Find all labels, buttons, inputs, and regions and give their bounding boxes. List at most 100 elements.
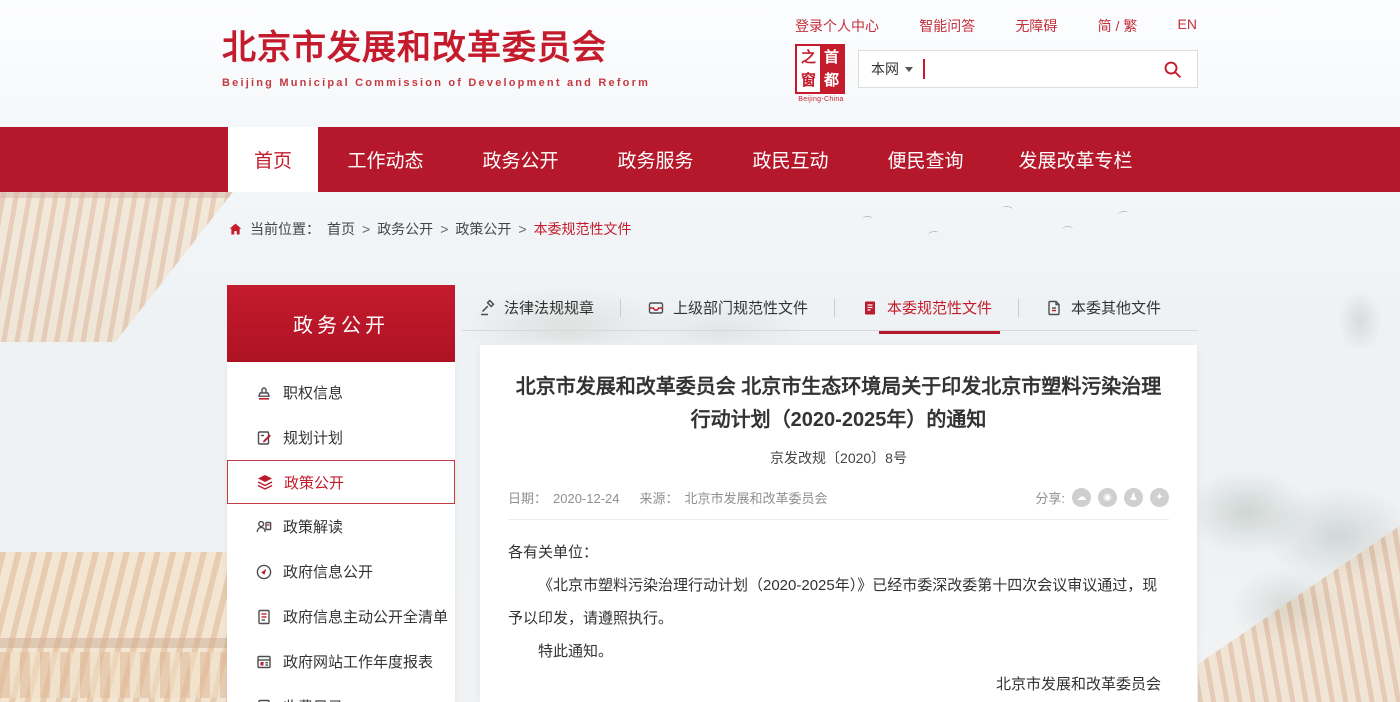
beijing-china-seal-logo[interactable]: 之 首 窗 都 Beijing-China <box>795 44 847 103</box>
breadcrumb: 当前位置： 首页 > 政务公开 > 政策公开 > 本委规范性文件 <box>228 219 632 239</box>
sidebar: 政务公开 职权信息 规划计划 <box>227 285 455 702</box>
share-label: 分享: <box>1035 488 1065 507</box>
sidebar-item-label: 职权信息 <box>283 382 343 403</box>
sidebar-item-label: 收费目录 <box>283 696 343 702</box>
tab-commission-normative-docs[interactable]: 本委规范性文件 <box>861 297 992 318</box>
nav-item-public-interaction[interactable]: 政民互动 <box>723 127 858 192</box>
compass-icon <box>255 563 273 581</box>
person-doc-icon <box>255 518 273 536</box>
sidebar-item-label: 政府网站工作年度报表 <box>283 651 433 672</box>
search-scope-dropdown[interactable]: 本网 <box>871 59 913 79</box>
breadcrumb-current: 本委规范性文件 <box>534 219 632 239</box>
article-date: 2020-12-24 <box>553 491 620 506</box>
breadcrumb-gov-disclosure[interactable]: 政务公开 <box>377 219 433 239</box>
search-icon <box>1163 60 1182 79</box>
nav-item-reform-special[interactable]: 发展改革专栏 <box>993 127 1158 192</box>
site-logo[interactable]: 北京市发展和改革委员会 Beijing Municipal Commission… <box>222 20 650 89</box>
tab-label: 法律法规规章 <box>504 297 594 318</box>
nav-item-work-news[interactable]: 工作动态 <box>318 127 453 192</box>
sidebar-item-gov-info-disclosure[interactable]: 政府信息公开 <box>227 549 455 594</box>
seal-char: 首 <box>820 46 843 69</box>
bird-icon <box>862 216 873 222</box>
tab-laws-regulations[interactable]: 法律法规规章 <box>478 297 594 318</box>
bird-icon <box>1002 205 1014 212</box>
nav-item-gov-disclosure[interactable]: 政务公开 <box>453 127 588 192</box>
date-label: 日期： <box>508 491 547 506</box>
search-input[interactable] <box>925 54 1160 84</box>
page: 北京市发展和改革委员会 Beijing Municipal Commission… <box>0 0 1400 702</box>
sidebar-menu: 职权信息 规划计划 政策公开 <box>227 362 455 702</box>
search-button[interactable] <box>1159 56 1185 82</box>
seal-char: 都 <box>820 69 843 92</box>
sidebar-item-proactive-disclosure-list[interactable]: 政府信息主动公开全清单 <box>227 594 455 639</box>
plan-doc-icon <box>255 429 273 447</box>
simplified-traditional-toggle[interactable]: 简 / 繁 <box>1098 16 1138 36</box>
article-source: 北京市发展和改革委员会 <box>685 491 828 506</box>
background-pagoda-silhouette <box>1330 258 1390 348</box>
site-title: 北京市发展和改革委员会 <box>222 20 650 69</box>
utility-nav: 登录个人中心 智能问答 无障碍 简 / 繁 EN <box>795 16 1197 36</box>
other-doc-icon <box>1045 299 1063 317</box>
document-number: 京发改规〔2020〕8号 <box>480 448 1197 468</box>
nav-item-gov-services[interactable]: 政务服务 <box>588 127 723 192</box>
sidebar-item-label: 规划计划 <box>283 427 343 448</box>
background-trees-right <box>1196 430 1400 665</box>
sidebar-item-website-annual-report[interactable]: 政府网站工作年度报表 <box>227 639 455 684</box>
sidebar-item-label: 政策解读 <box>283 516 343 537</box>
bird-icon <box>1062 226 1073 232</box>
sidebar-item-label: 政策公开 <box>284 472 344 493</box>
login-personal-center-link[interactable]: 登录个人中心 <box>795 16 879 36</box>
weibo-share-icon[interactable]: ◉ <box>1098 488 1117 507</box>
background-roof-tiles-bottom-right <box>1198 450 1400 702</box>
accessibility-link[interactable]: 无障碍 <box>1015 16 1057 36</box>
home-icon <box>228 222 243 237</box>
breadcrumb-separator: > <box>362 221 370 237</box>
article-paragraph: 特此通知。 <box>508 635 1169 668</box>
wechat-share-icon[interactable]: ☁ <box>1072 488 1091 507</box>
sidebar-item-policy-disclosure[interactable]: 政策公开 <box>227 460 455 504</box>
english-link[interactable]: EN <box>1178 16 1197 36</box>
tab-commission-other-docs[interactable]: 本委其他文件 <box>1045 297 1161 318</box>
seal-char: 窗 <box>797 69 820 92</box>
sidebar-title: 政务公开 <box>227 285 455 362</box>
breadcrumb-policy-disclosure[interactable]: 政策公开 <box>455 219 511 239</box>
qq-share-icon[interactable]: ♟ <box>1124 488 1143 507</box>
breadcrumb-home[interactable]: 首页 <box>327 219 355 239</box>
article-paragraph: 《北京市塑料污染治理行动计划（2020-2025年）》已经市委深改委第十四次会议… <box>508 569 1169 635</box>
tab-label: 上级部门规范性文件 <box>673 297 808 318</box>
article-salutation: 各有关单位： <box>508 536 1169 569</box>
tab-divider <box>834 299 835 317</box>
more-share-icon[interactable]: ✦ <box>1150 488 1169 507</box>
sidebar-item-fee-catalog[interactable]: 收费目录 <box>227 684 455 702</box>
sidebar-item-authority-info[interactable]: 职权信息 <box>227 370 455 415</box>
tab-superior-normative-docs[interactable]: 上级部门规范性文件 <box>647 297 808 318</box>
background-roof-tiles-top-left <box>0 192 233 342</box>
article-meta: 日期： 2020-12-24 来源： 北京市发展和改革委员会 分享: ☁ ◉ ♟ ✦ <box>508 488 1169 520</box>
chevron-down-icon <box>905 67 913 72</box>
red-doc-icon <box>861 299 879 317</box>
smart-qa-link[interactable]: 智能问答 <box>919 16 975 36</box>
main-navigation: 首页 工作动态 政务公开 政务服务 政民互动 便民查询 发展改革专栏 <box>0 127 1400 192</box>
nav-item-home[interactable]: 首页 <box>228 127 318 192</box>
report-table-icon <box>255 653 273 671</box>
catalog-icon <box>255 698 273 702</box>
breadcrumb-prefix: 当前位置： <box>250 219 320 239</box>
site-subtitle: Beijing Municipal Commission of Developm… <box>222 77 650 89</box>
source-label: 来源： <box>640 491 679 506</box>
nav-item-convenience-inquiry[interactable]: 便民查询 <box>858 127 993 192</box>
sidebar-item-planning[interactable]: 规划计划 <box>227 415 455 460</box>
background-roof-tiles-bottom-left <box>0 552 246 702</box>
sidebar-item-policy-interpretation[interactable]: 政策解读 <box>227 504 455 549</box>
stamp-icon <box>255 384 273 402</box>
seal-caption: Beijing-China <box>795 96 847 103</box>
search-bar: 本网 <box>858 50 1198 88</box>
bird-icon <box>928 230 940 237</box>
tab-divider <box>1018 299 1019 317</box>
article-meta-left: 日期： 2020-12-24 来源： 北京市发展和改革委员会 <box>508 488 834 507</box>
search-scope-label: 本网 <box>871 59 899 79</box>
article-panel: 北京市发展和改革委员会 北京市生态环境局关于印发北京市塑料污染治理行动计划（20… <box>480 345 1197 702</box>
article-body: 各有关单位： 《北京市塑料污染治理行动计划（2020-2025年）》已经市委深改… <box>480 520 1197 701</box>
gavel-icon <box>478 299 496 317</box>
list-doc-icon <box>255 608 273 626</box>
tab-divider <box>620 299 621 317</box>
